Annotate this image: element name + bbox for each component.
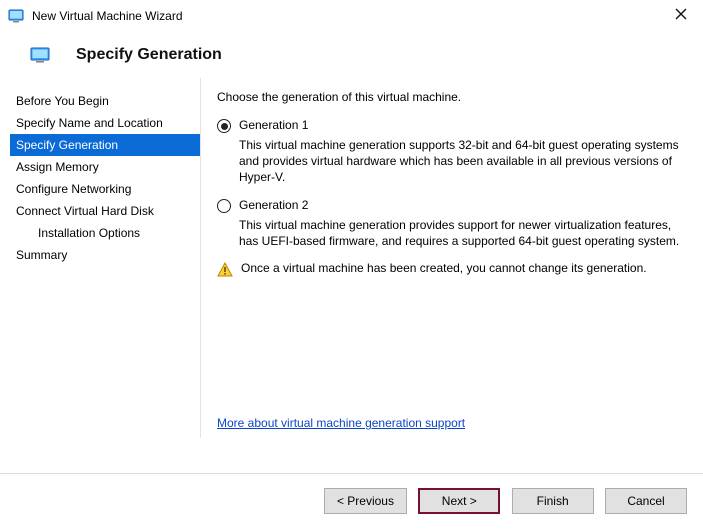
warning-row: Once a virtual machine has been created,… bbox=[217, 261, 681, 281]
app-monitor-icon bbox=[8, 8, 24, 24]
generation-1-description: This virtual machine generation supports… bbox=[239, 137, 681, 186]
title-bar: New Virtual Machine Wizard bbox=[0, 0, 703, 32]
sidebar-item-before-you-begin[interactable]: Before You Begin bbox=[10, 90, 200, 112]
warning-text: Once a virtual machine has been created,… bbox=[241, 261, 647, 275]
radio-label: Generation 1 bbox=[239, 118, 308, 132]
sidebar-item-specify-name[interactable]: Specify Name and Location bbox=[10, 112, 200, 134]
page-title: Specify Generation bbox=[76, 46, 222, 64]
help-link[interactable]: More about virtual machine generation su… bbox=[217, 416, 465, 430]
cancel-button[interactable]: Cancel bbox=[605, 488, 687, 514]
generation-2-description: This virtual machine generation provides… bbox=[239, 217, 681, 249]
intro-text: Choose the generation of this virtual ma… bbox=[217, 90, 681, 104]
radio-generation-1[interactable]: Generation 1 bbox=[217, 118, 681, 133]
radio-label: Generation 2 bbox=[239, 198, 308, 212]
sidebar-item-installation-options[interactable]: Installation Options bbox=[10, 222, 200, 244]
warning-icon bbox=[217, 262, 233, 281]
radio-generation-2[interactable]: Generation 2 bbox=[217, 198, 681, 213]
previous-button[interactable]: < Previous bbox=[324, 488, 407, 514]
close-icon[interactable] bbox=[669, 6, 693, 26]
sidebar-item-specify-generation[interactable]: Specify Generation bbox=[10, 134, 200, 156]
radio-icon bbox=[217, 119, 231, 133]
sidebar-item-connect-vhd[interactable]: Connect Virtual Hard Disk bbox=[10, 200, 200, 222]
sidebar-item-summary[interactable]: Summary bbox=[10, 244, 200, 266]
finish-button[interactable]: Finish bbox=[512, 488, 594, 514]
window-title: New Virtual Machine Wizard bbox=[32, 9, 669, 23]
sidebar-item-assign-memory[interactable]: Assign Memory bbox=[10, 156, 200, 178]
wizard-header: Specify Generation bbox=[0, 32, 703, 78]
sidebar-item-configure-networking[interactable]: Configure Networking bbox=[10, 178, 200, 200]
header-monitor-icon bbox=[30, 47, 50, 63]
wizard-content: Choose the generation of this virtual ma… bbox=[200, 78, 693, 438]
wizard-footer: < Previous Next > Finish Cancel bbox=[0, 473, 703, 532]
radio-icon bbox=[217, 199, 231, 213]
next-button[interactable]: Next > bbox=[418, 488, 500, 514]
wizard-steps-sidebar: Before You Begin Specify Name and Locati… bbox=[10, 78, 200, 438]
